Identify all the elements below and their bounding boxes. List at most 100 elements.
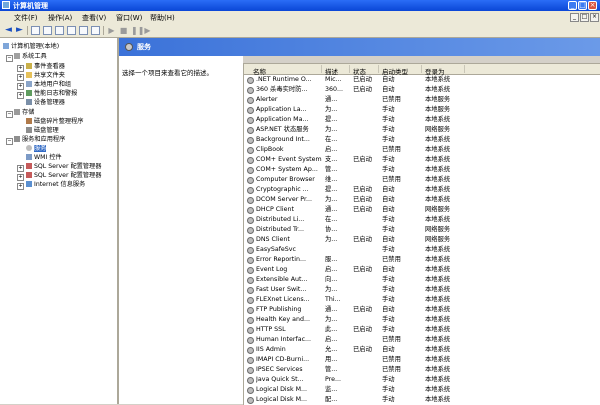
export-list-icon[interactable]: [55, 26, 64, 35]
collapse-toggle-icon[interactable]: −: [6, 111, 13, 118]
collapse-toggle-icon[interactable]: −: [6, 138, 13, 145]
table-row[interactable]: Distributed Tr... 协... 手动 网络服务: [244, 225, 600, 235]
inner-close-button[interactable]: ×: [590, 13, 599, 22]
back-arrow-icon[interactable]: ◄: [4, 26, 13, 35]
tree-item-system-tools[interactable]: 系统工具: [14, 53, 47, 61]
expand-toggle-icon[interactable]: +: [17, 92, 24, 99]
expand-toggle-icon[interactable]: +: [17, 183, 24, 190]
service-log-on-as: 本地系统: [425, 146, 451, 153]
service-name: Java Quick St...: [256, 376, 304, 383]
table-row[interactable]: ASP.NET 状态服务 为... 手动 网络服务: [244, 125, 600, 135]
tree-item-performance-logs[interactable]: 性能日志和警报: [26, 90, 77, 98]
table-row[interactable]: IPSEC Services 管... 已禁用 本地系统: [244, 365, 600, 375]
start-service-icon[interactable]: ▶: [107, 26, 116, 35]
table-row[interactable]: ClipBook 启... 已禁用 本地系统: [244, 145, 600, 155]
help-icon[interactable]: [91, 26, 100, 35]
minimize-button[interactable]: _: [568, 1, 577, 10]
table-row[interactable]: IIS Admin 允... 已启动 自动 本地系统: [244, 345, 600, 355]
table-row[interactable]: Extensible Aut... 向... 手动 本地系统: [244, 275, 600, 285]
service-startup-type: 自动: [382, 236, 395, 243]
service-startup-type: 手动: [382, 106, 395, 113]
tree-item-iis[interactable]: Internet 信息服务: [26, 181, 85, 189]
tree-item-local-users[interactable]: 本地用户和组: [26, 81, 71, 89]
table-row[interactable]: 360 杀毒实时防... 360... 已启动 自动 本地系统: [244, 85, 600, 95]
tree-item-event-viewer[interactable]: 事件查看器: [26, 63, 65, 71]
service-startup-type: 手动: [382, 246, 395, 253]
tree-item-disk-management[interactable]: 磁盘管理: [26, 127, 59, 135]
table-row[interactable]: Health Key and... 为... 手动 本地系统: [244, 315, 600, 325]
expand-toggle-icon[interactable]: +: [17, 74, 24, 81]
table-row[interactable]: Logical Disk M... 监... 手动 本地系统: [244, 385, 600, 395]
gear-icon: [247, 177, 254, 184]
table-row[interactable]: DCOM Server Pr... 为... 已启动 自动 本地系统: [244, 195, 600, 205]
service-name: Cryptographic ...: [256, 186, 309, 193]
tree-item-sql-server-config-2[interactable]: SQL Server 配置管理器: [26, 172, 101, 180]
table-row[interactable]: DHCP Client 通... 已启动 自动 网络服务: [244, 205, 600, 215]
table-row[interactable]: Distributed Li... 在... 手动 本地系统: [244, 215, 600, 225]
table-row[interactable]: COM+ Event System 支... 已启动 手动 本地系统: [244, 155, 600, 165]
table-row[interactable]: Application Ma... 提... 手动 本地系统: [244, 115, 600, 125]
maximize-button[interactable]: □: [578, 1, 587, 10]
table-row[interactable]: Application La... 为... 手动 本地服务: [244, 105, 600, 115]
restart-service-icon[interactable]: ▶: [143, 26, 152, 35]
table-row[interactable]: Computer Browser 维... 已禁用 本地系统: [244, 175, 600, 185]
tree-item-computer[interactable]: 计算机管理(本地): [3, 43, 59, 51]
column-divider[interactable]: [349, 65, 350, 73]
table-row[interactable]: EasySafeSvc 手动 本地系统: [244, 245, 600, 255]
table-row[interactable]: .NET Runtime O... Mic... 已启动 自动 本地系统: [244, 75, 600, 85]
service-description: 服...: [325, 256, 338, 263]
expand-toggle-icon[interactable]: +: [17, 174, 24, 181]
table-row[interactable]: DNS Client 为... 已启动 自动 网络服务: [244, 235, 600, 245]
table-row[interactable]: Event Log 启... 已启动 自动 本地系统: [244, 265, 600, 275]
tree-item-defragmenter[interactable]: 磁盘碎片整理程序: [26, 118, 84, 126]
tree-item-sql-server-config-1[interactable]: SQL Server 配置管理器: [26, 163, 101, 171]
tree-item-device-manager[interactable]: 设备管理器: [26, 99, 65, 107]
table-row[interactable]: Background Int... 在... 手动 本地系统: [244, 135, 600, 145]
table-row[interactable]: Cryptographic ... 提... 已启动 自动 本地系统: [244, 185, 600, 195]
table-row[interactable]: HTTP SSL 此... 已启动 手动 本地系统: [244, 325, 600, 335]
column-divider[interactable]: [378, 65, 379, 73]
stop-service-icon[interactable]: ■: [119, 26, 128, 35]
tree-item-services[interactable]: 服务: [26, 145, 47, 153]
tree-item-services-and-applications[interactable]: 服务和应用程序: [14, 136, 65, 144]
expand-toggle-icon[interactable]: +: [17, 83, 24, 90]
table-row[interactable]: Fast User Swit... 为... 手动 本地系统: [244, 285, 600, 295]
service-log-on-as: 本地系统: [425, 76, 451, 83]
column-divider[interactable]: [321, 65, 322, 73]
menu-window[interactable]: 窗口(W): [116, 13, 142, 23]
description-pane: 选择一个项目来查看它的描述。: [119, 56, 243, 404]
table-row[interactable]: Alerter 通... 已禁用 本地服务: [244, 95, 600, 105]
column-divider[interactable]: [464, 65, 465, 73]
properties-icon[interactable]: [79, 26, 88, 35]
column-divider[interactable]: [421, 65, 422, 73]
service-name: ASP.NET 状态服务: [256, 126, 309, 133]
service-startup-type: 手动: [382, 156, 395, 163]
tree-item-wmi-control[interactable]: WMI 控件: [26, 154, 62, 162]
menu-file[interactable]: 文件(F): [14, 13, 38, 23]
close-button[interactable]: ×: [588, 1, 597, 10]
table-row[interactable]: Java Quick St... Pre... 手动 本地系统: [244, 375, 600, 385]
tree-item-storage[interactable]: 存储: [14, 109, 34, 117]
menu-view[interactable]: 查看(V): [82, 13, 106, 23]
gear-icon: [247, 227, 254, 234]
table-row[interactable]: FLEXnet Licens... Thi... 手动 本地系统: [244, 295, 600, 305]
show-hide-tree-icon[interactable]: [43, 26, 52, 35]
collapse-toggle-icon[interactable]: −: [6, 55, 13, 62]
pause-service-icon[interactable]: ❚❚: [131, 26, 144, 35]
menu-help[interactable]: 帮助(H): [150, 13, 175, 23]
forward-arrow-icon[interactable]: ►: [15, 26, 24, 35]
inner-restore-button[interactable]: □: [580, 13, 589, 22]
table-row[interactable]: Error Reportin... 服... 已禁用 本地系统: [244, 255, 600, 265]
tree-item-shared-folders[interactable]: 共享文件夹: [26, 72, 65, 80]
inner-minimize-button[interactable]: _: [570, 13, 579, 22]
service-description: 在...: [325, 136, 338, 143]
expand-toggle-icon[interactable]: +: [17, 165, 24, 172]
menu-action[interactable]: 操作(A): [48, 13, 72, 23]
refresh-icon[interactable]: [67, 26, 76, 35]
expand-toggle-icon[interactable]: +: [17, 65, 24, 72]
table-row[interactable]: IMAPI CD-Burni... 用... 已禁用 本地系统: [244, 355, 600, 365]
up-folder-icon[interactable]: [31, 26, 40, 35]
table-row[interactable]: Human Interfac... 启... 已禁用 本地系统: [244, 335, 600, 345]
table-row[interactable]: COM+ System Ap... 管... 手动 本地系统: [244, 165, 600, 175]
table-row[interactable]: FTP Publishing 通... 已启动 自动 本地系统: [244, 305, 600, 315]
